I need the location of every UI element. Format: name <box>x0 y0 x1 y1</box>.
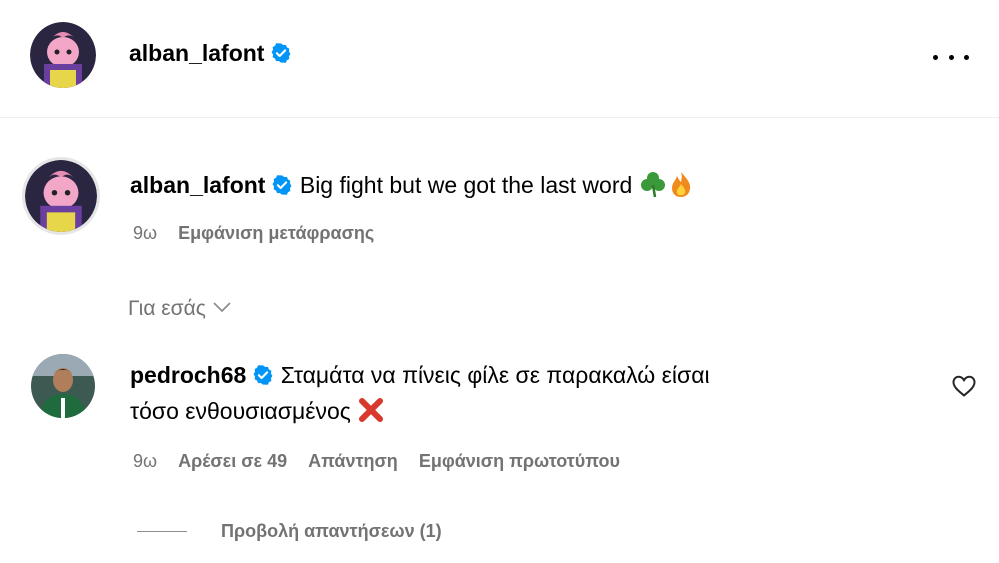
caption-text: Big fight but we got the last word <box>299 172 633 198</box>
commenter-avatar[interactable] <box>31 354 95 418</box>
shamrock-icon <box>640 172 665 198</box>
comment-text-line-2: τόσο ενθουσιασμένος <box>130 396 385 425</box>
view-replies-button[interactable]: Προβολή απαντήσεων (1) <box>137 519 442 543</box>
comment-text-line-1: pedroch68 Σταμάτα να πίνεις φίλε σε παρα… <box>130 362 710 389</box>
more-dot <box>964 54 969 60</box>
chevron-down-icon <box>213 302 231 313</box>
more-dot <box>948 54 954 60</box>
author-username-text[interactable]: alban_lafont <box>129 40 264 66</box>
heart-outline-icon[interactable] <box>951 374 977 398</box>
replies-divider <box>137 530 187 532</box>
post-header: alban_lafont <box>0 0 999 118</box>
author-username[interactable]: alban_lafont <box>129 40 292 67</box>
comment-meta: 9ω Αρέσει σε 49 Απάντηση Εμφάνιση πρωτοτ… <box>133 451 636 472</box>
commenter-username[interactable]: pedroch68 <box>130 362 246 388</box>
view-replies-label: Προβολή απαντήσεων (1) <box>221 520 442 541</box>
fire-icon <box>671 172 690 197</box>
comment-text-part-1: Σταμάτα να πίνεις φίλε σε παρακαλώ είσαι <box>280 362 710 388</box>
more-dot <box>933 54 938 60</box>
verified-badge-icon <box>253 365 273 385</box>
caption-meta: 9ω Εμφάνιση μετάφρασης <box>133 223 390 244</box>
comment-time[interactable]: 9ω <box>133 451 157 471</box>
more-options-button[interactable] <box>933 50 969 64</box>
verified-badge-icon <box>273 175 292 195</box>
reply-button[interactable]: Απάντηση <box>308 451 398 471</box>
caption-username[interactable]: alban_lafont <box>130 172 265 198</box>
verified-badge-icon <box>272 43 291 63</box>
author-avatar[interactable] <box>30 22 96 88</box>
likes-count-button[interactable]: Αρέσει σε 49 <box>178 451 287 471</box>
cross-mark-icon <box>359 398 384 422</box>
show-original-button[interactable]: Εμφάνιση πρωτοτύπου <box>419 451 620 471</box>
caption-time[interactable]: 9ω <box>133 223 157 243</box>
translate-button[interactable]: Εμφάνιση μετάφρασης <box>178 223 374 243</box>
sort-label: Για εσάς <box>128 297 206 320</box>
caption-avatar[interactable] <box>22 157 100 235</box>
comment-text-part-2: τόσο ενθουσιασμένος <box>130 398 351 424</box>
comment-sort-dropdown[interactable]: Για εσάς <box>128 297 232 321</box>
caption-text-line: alban_lafont Big fight but we got the la… <box>130 170 695 199</box>
